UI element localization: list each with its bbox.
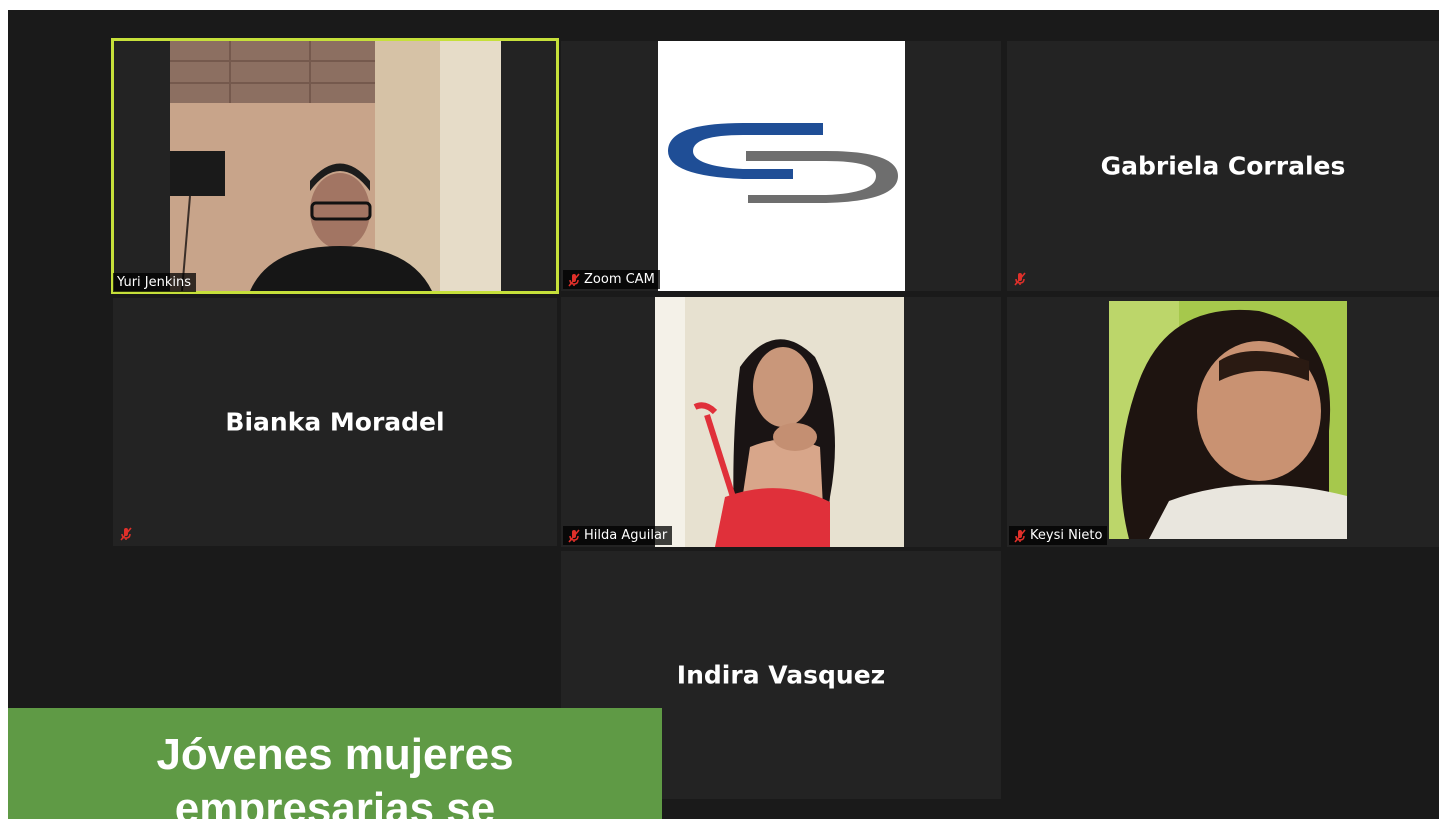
caption-banner: Jóvenes mujeres empresarias se [8,708,662,819]
participant-name: Zoom CAM [584,272,655,287]
participant-name: Yuri Jenkins [117,275,192,290]
participant-video-hilda [655,297,904,547]
participant-name-placeholder: Gabriela Corrales [1100,151,1346,181]
participant-tile-zoomcam[interactable]: Zoom CAM [561,41,1001,291]
participant-tile-keysi[interactable]: Keysi Nieto [1007,297,1439,547]
participant-photo-image [655,297,904,547]
microphone-muted-icon [567,272,581,287]
participant-video-zoomcam [658,41,905,291]
microphone-muted-icon [567,528,581,543]
company-logo-image [668,123,898,203]
video-gallery: Yuri Jenkins Zoom CAM Gabriela Corrales … [8,10,1439,819]
participant-name: Hilda Aguilar [584,528,668,543]
webcam-scene-image [170,41,501,291]
microphone-muted-icon [1013,528,1027,543]
participant-photo-image [1109,301,1347,539]
participant-name-placeholder: Bianka Moradel [225,407,445,437]
participant-video-keysi [1109,301,1347,539]
participant-name-label: Yuri Jenkins [113,273,197,292]
participant-video-yuri [170,41,501,291]
caption-line-1: Jóvenes mujeres [156,730,514,779]
caption-line-2: empresarias se [174,784,496,819]
microphone-muted-icon [1013,271,1027,286]
participant-tile-gabriela[interactable]: Gabriela Corrales [1007,41,1439,291]
participant-name-label: Zoom CAM [563,270,660,289]
caption-text: Jóvenes mujeres empresarias se [8,728,662,819]
participant-name-placeholder: Indira Vasquez [676,660,886,690]
participant-name-label: Hilda Aguilar [563,526,673,545]
participant-name-label: Keysi Nieto [1009,526,1108,545]
participant-name: Keysi Nieto [1030,528,1103,543]
participant-tile-hilda[interactable]: Hilda Aguilar [561,297,1001,547]
participant-tile-yuri[interactable]: Yuri Jenkins [111,38,559,294]
participant-tile-bianka[interactable]: Bianka Moradel [113,298,557,546]
microphone-muted-icon [119,526,133,541]
